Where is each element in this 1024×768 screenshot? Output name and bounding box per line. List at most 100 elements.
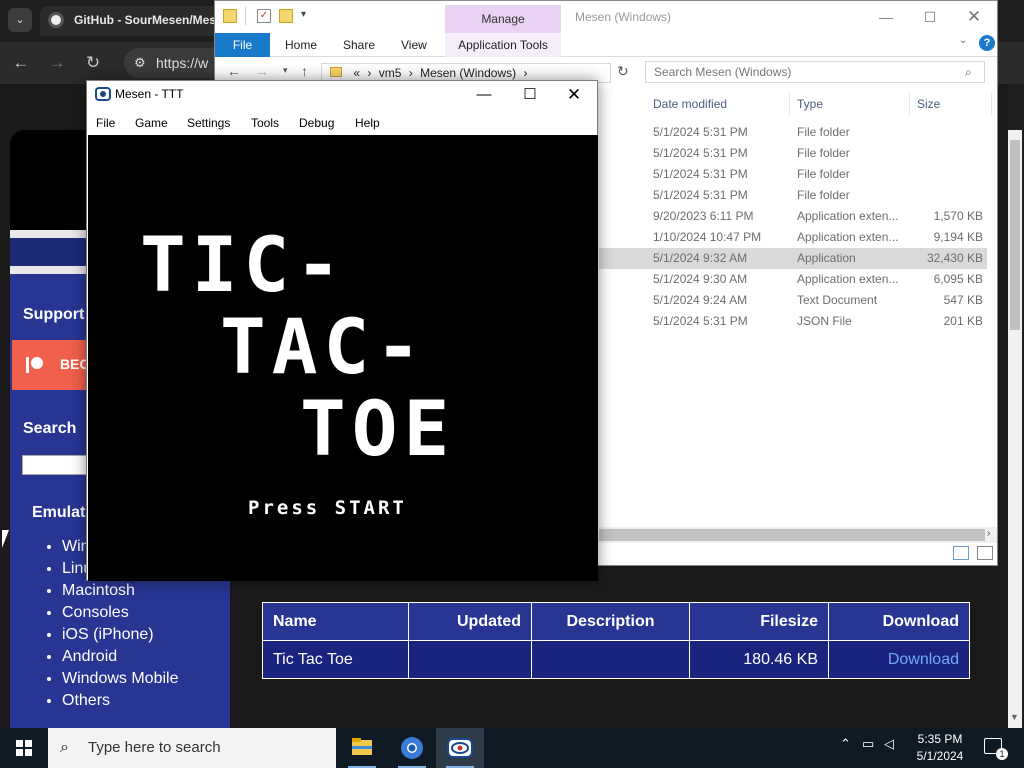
manage-tab[interactable]: Manage [445,5,561,33]
ribbon-tab-share[interactable]: Share [343,33,375,57]
scroll-down-arrow-icon[interactable]: ▼ [1010,712,1019,722]
column-header-type[interactable]: Type [797,97,823,111]
back-arrow-icon[interactable]: ← [10,52,32,74]
site-search-input[interactable] [22,455,92,475]
explorer-search-input[interactable]: Search Mesen (Windows) [645,61,985,83]
file-row[interactable]: 5/1/2024 5:31 PM File folder [599,185,987,206]
file-row[interactable]: 5/1/2024 5:31 PM File folder [599,143,987,164]
maximize-icon[interactable]: ☐ [515,85,545,105]
breadcrumb-separator: › [367,66,372,80]
file-row[interactable]: 5/1/2024 9:32 AM Application 32,430 KB [599,248,987,269]
ribbon-tab-application-tools[interactable]: Application Tools [445,33,561,57]
breadcrumb-mesen[interactable]: Mesen (Windows) [420,66,516,80]
file-date: 9/20/2023 6:11 PM [653,209,754,223]
tab-search-button[interactable]: ⌄ [8,8,32,32]
file-row[interactable]: 1/10/2024 10:47 PM Application exten... 9,… [599,227,987,248]
ribbon-tab-file[interactable]: File [215,33,270,57]
emulator-link-macintosh[interactable]: Macintosh [62,580,178,602]
column-separator[interactable] [909,93,910,115]
search-icon: ⌕ [60,739,69,756]
taskbar-mesen[interactable] [436,728,484,768]
breadcrumb-separator: › [523,66,528,80]
file-row[interactable]: 9/20/2023 6:11 PM Application exten... 1,5… [599,206,987,227]
properties-icon[interactable]: ✓ [257,9,271,23]
table-header-row: Name Updated Description Filesize Downlo… [262,602,970,641]
emulator-link-windows-mobile[interactable]: Windows Mobile [62,668,178,690]
help-icon[interactable]: ? [979,35,995,51]
file-date: 5/1/2024 9:24 AM [653,293,748,307]
volume-muted-icon[interactable]: ◁ [884,736,894,752]
file-row[interactable]: 5/1/2024 5:31 PM File folder [599,164,987,185]
address-bar-url: https://w [156,55,209,71]
details-view-icon[interactable] [953,546,969,560]
page-scrollbar-thumb[interactable] [1010,140,1020,330]
emulator-link-android[interactable]: Android [62,646,178,668]
search-icon[interactable]: ⌕ [965,65,972,80]
large-icons-view-icon[interactable] [977,546,993,560]
refresh-icon[interactable]: ↻ [617,63,629,80]
scroll-right-icon[interactable]: › [987,528,990,539]
horizontal-scrollbar-thumb[interactable] [599,529,985,541]
minimize-icon[interactable]: — [871,7,901,27]
menu-help[interactable]: Help [355,116,380,130]
menu-game[interactable]: Game [135,116,168,130]
explorer-title: Mesen (Windows) [575,10,672,24]
minimize-icon[interactable]: — [469,85,499,105]
support-heading: Support [23,306,85,323]
show-hidden-icons[interactable]: ⌃ [840,736,851,752]
file-type: File folder [797,167,850,181]
new-folder-icon[interactable] [279,9,293,23]
ribbon-tab-view[interactable]: View [401,33,427,57]
game-screen[interactable]: TIC- TAC- TOE Press START [88,135,598,581]
recent-locations-icon[interactable]: ▾ [283,65,288,76]
menu-debug[interactable]: Debug [299,116,334,130]
menu-settings[interactable]: Settings [187,116,230,130]
close-icon[interactable]: ✕ [959,7,989,27]
column-header-size[interactable]: Size [917,97,940,111]
back-arrow-icon[interactable]: ← [227,63,241,79]
taskbar-chrome[interactable] [388,728,436,768]
cell-filesize: 180.46 KB [689,640,829,679]
patreon-icon [26,357,43,373]
cell-updated [408,640,532,679]
downloads-table: Name Updated Description Filesize Downlo… [262,602,970,679]
file-row[interactable]: 5/1/2024 9:24 AM Text Document 547 KB [599,290,987,311]
close-icon[interactable]: ✕ [559,85,589,105]
column-separator[interactable] [789,93,790,115]
column-separator[interactable] [991,93,992,115]
site-settings-icon[interactable]: ⚙ [134,55,146,71]
file-row[interactable]: 5/1/2024 5:31 PM JSON File 201 KB [599,311,987,332]
menu-file[interactable]: File [96,116,115,130]
file-type: Text Document [797,293,878,307]
taskbar-search-box[interactable]: Type here to search [48,728,336,768]
forward-arrow-icon[interactable]: → [46,52,68,74]
status-bar [599,543,997,565]
maximize-icon[interactable]: ☐ [915,7,945,27]
menu-tools[interactable]: Tools [251,116,279,130]
taskbar-file-explorer[interactable] [338,728,386,768]
breadcrumb-overflow[interactable]: « [353,66,360,80]
windows-start-icon[interactable] [0,728,48,768]
emulator-link-consoles[interactable]: Consoles [62,602,178,624]
reload-icon[interactable]: ↻ [82,52,104,74]
breadcrumb-vm5[interactable]: vm5 [379,66,402,80]
file-size: 9,194 KB [933,230,983,244]
customize-qa-icon[interactable]: ▾ [301,9,306,20]
taskbar-clock[interactable]: 5:35 PM 5/1/2024 [900,731,980,765]
network-icon[interactable]: ▭ [862,736,874,752]
column-header-date[interactable]: Date modified [653,97,727,111]
github-icon [48,12,64,28]
emulator-link-ios[interactable]: iOS (iPhone) [62,624,178,646]
up-arrow-icon[interactable]: ↑ [301,63,308,79]
ribbon-tab-home[interactable]: Home [285,33,317,57]
download-link[interactable]: Download [888,651,959,668]
file-row[interactable]: 5/1/2024 9:30 AM Application exten... 6,09… [599,269,987,290]
file-row[interactable]: 5/1/2024 5:31 PM File folder [599,122,987,143]
forward-arrow-icon[interactable]: → [255,63,269,79]
ribbon-expand-icon[interactable]: ⌄ [959,35,967,46]
notification-badge: 1 [996,748,1008,760]
cell-download: Download [828,640,970,679]
emulator-link-others[interactable]: Others [62,690,178,712]
browser-tab-github[interactable]: GitHub - SourMesen/Mesen [40,6,220,36]
patreon-button[interactable]: BEC [12,340,92,390]
